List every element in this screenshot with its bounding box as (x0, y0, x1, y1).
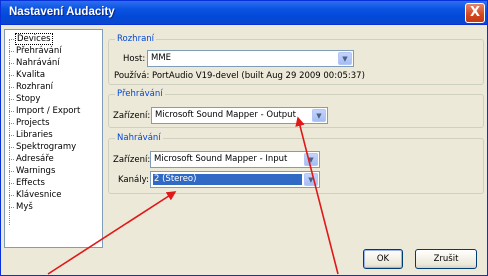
annotation-arrows (47, 116, 339, 275)
annotation-arrow-playback (295, 116, 339, 275)
annotation-arrow-channels (47, 191, 177, 275)
